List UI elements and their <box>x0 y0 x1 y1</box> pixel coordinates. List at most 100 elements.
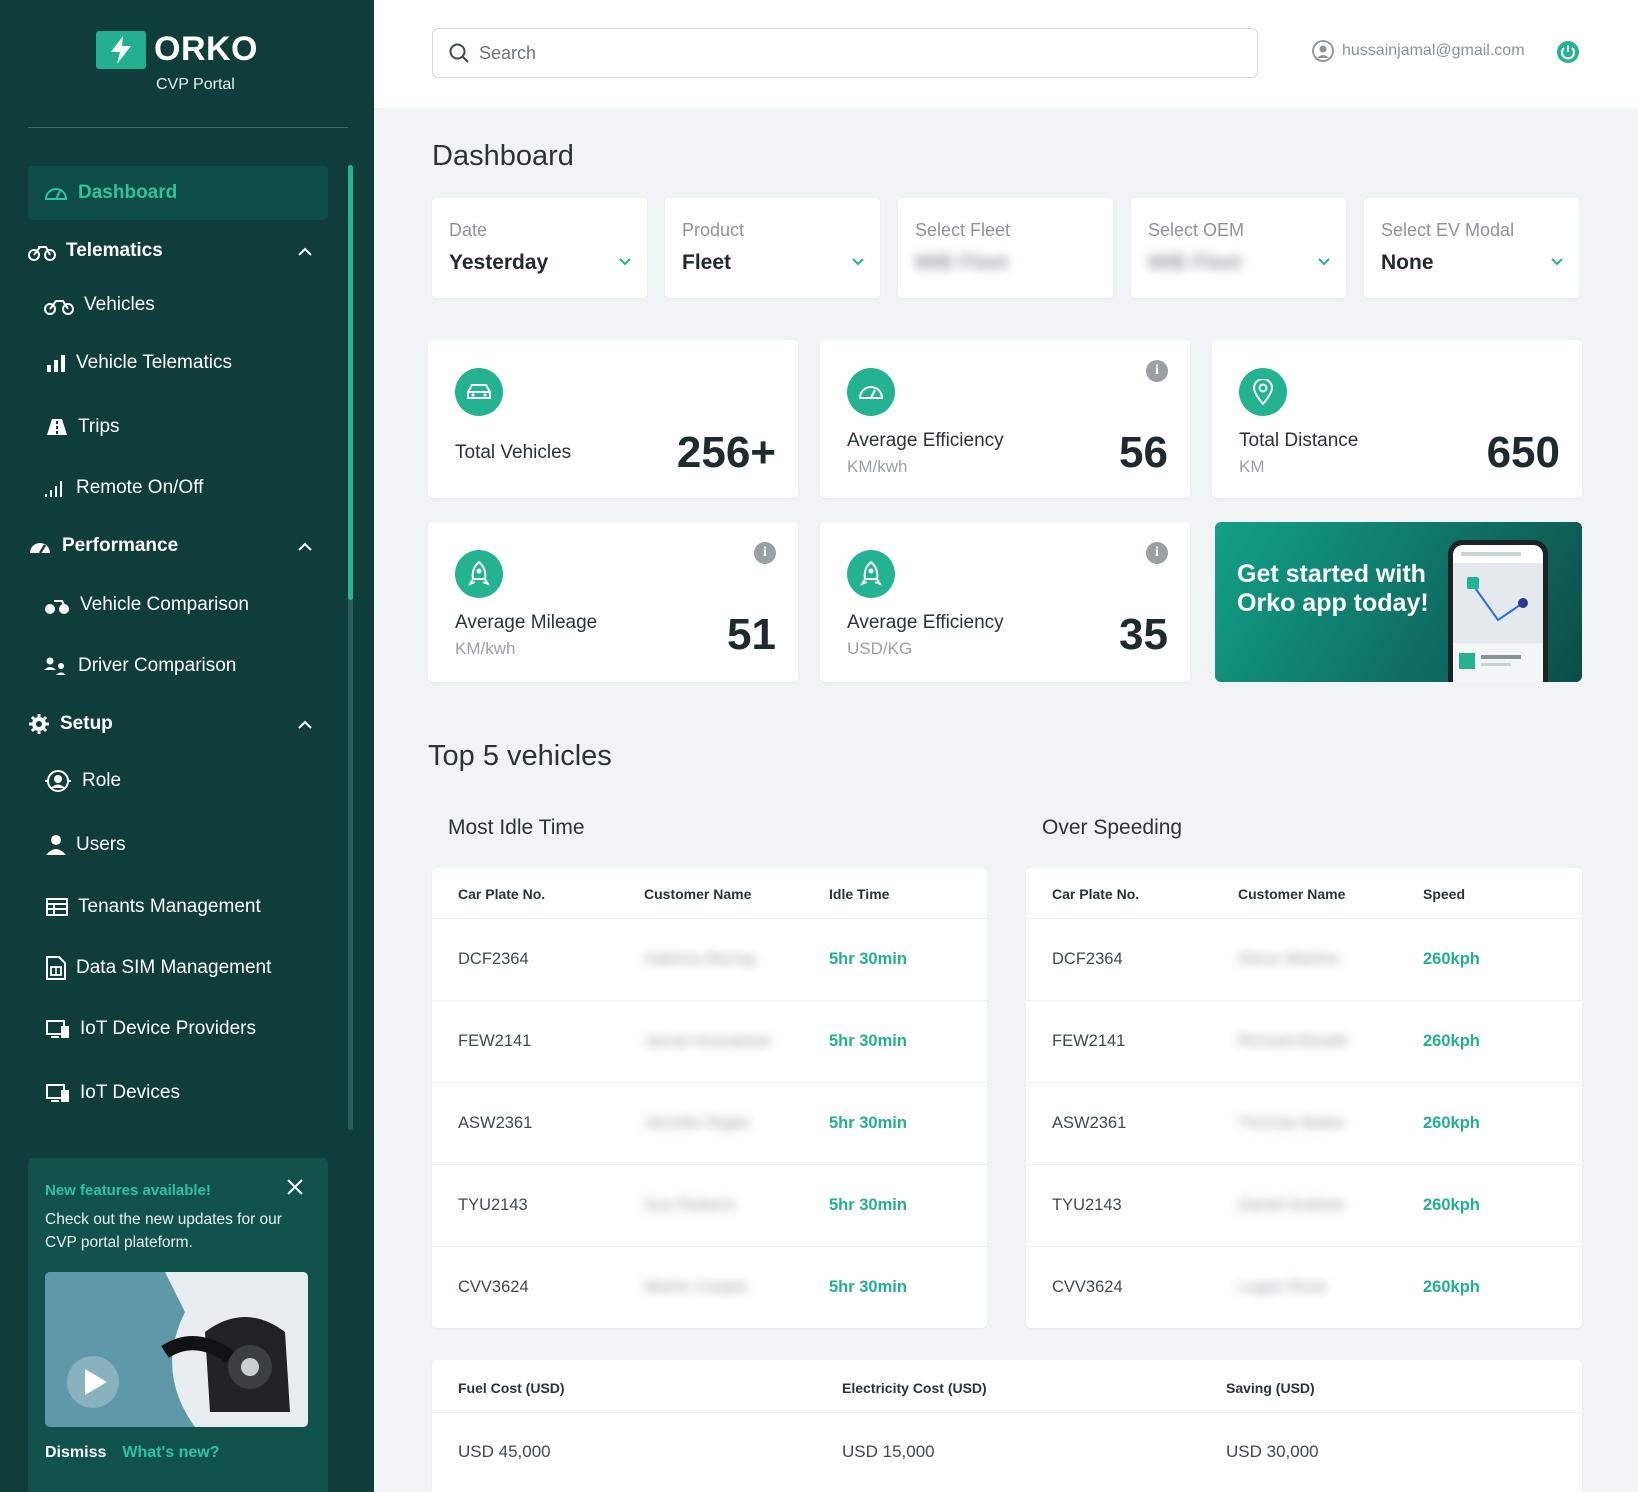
speed-cell: 260kph <box>1423 1278 1480 1296</box>
over-speeding-table: Car Plate No. Customer Name Speed DCF236… <box>1026 868 1582 1328</box>
orko-app-banner[interactable]: Get started with Orko app today! <box>1215 522 1582 682</box>
sidebar-item-tenants[interactable]: Tenants Management <box>46 896 261 918</box>
search-input[interactable] <box>479 42 1239 64</box>
stat-label: Total Distance <box>1239 430 1359 451</box>
column-header: Customer Name <box>644 886 752 902</box>
top-vehicles-title: Top 5 vehicles <box>428 740 612 772</box>
sidebar-item-label: Data SIM Management <box>76 957 272 978</box>
whats-new-link[interactable]: What's new? <box>122 1444 219 1462</box>
stat-value: 650 <box>1486 428 1560 477</box>
ev-charging-image[interactable] <box>45 1272 308 1427</box>
chevron-up-icon <box>298 542 312 551</box>
info-icon[interactable]: i <box>1146 542 1168 564</box>
sidebar-section-performance[interactable]: Performance <box>28 535 348 557</box>
info-icon[interactable]: i <box>754 542 776 564</box>
stat-unit: USD/KG <box>847 639 913 658</box>
product-filter[interactable]: Product Fleet <box>665 198 880 298</box>
customer-cell: Thomas Baker <box>1238 1114 1346 1132</box>
signal-icon <box>45 481 62 497</box>
sidebar-item-label: Remote On/Off <box>76 477 204 498</box>
sidebar-item-users[interactable]: Users <box>46 834 126 856</box>
table-row[interactable]: DCF2364 Steve Martins 260kph <box>1026 918 1582 1000</box>
average-mileage-card: i Average Mileage KM/kwh 51 <box>428 522 798 682</box>
most-idle-title: Most Idle Time <box>448 816 585 839</box>
filter-value: None <box>1381 251 1434 274</box>
sidebar-item-vehicle-telematics[interactable]: Vehicle Telematics <box>46 352 232 374</box>
scrollbar-thumb[interactable] <box>348 165 353 600</box>
sidebar-section-telematics[interactable]: Telematics <box>28 240 348 262</box>
drivers-icon <box>44 657 66 675</box>
device-icon <box>46 1020 69 1038</box>
table-row[interactable]: ASW2361 Thomas Baker 260kph <box>1026 1082 1582 1164</box>
table-row[interactable]: CVV3624 Logan Rose 260kph <box>1026 1246 1582 1328</box>
most-idle-table: Car Plate No. Customer Name Idle Time DC… <box>432 868 987 1328</box>
plate-cell: FEW2141 <box>458 1032 532 1050</box>
sidebar-item-vehicle-comparison[interactable]: Vehicle Comparison <box>44 594 249 616</box>
sidebar-divider <box>28 127 348 128</box>
plate-cell: FEW2141 <box>1052 1032 1126 1050</box>
sidebar-item-trips[interactable]: Trips <box>46 416 120 438</box>
sidebar-item-remote[interactable]: Remote On/Off <box>44 477 203 499</box>
rocket-icon <box>455 550 503 598</box>
sim-card-icon <box>46 956 66 980</box>
gear-icon <box>29 714 49 734</box>
page-title: Dashboard <box>432 140 574 172</box>
search-box[interactable] <box>432 28 1258 78</box>
sidebar-section-setup[interactable]: Setup <box>28 713 348 735</box>
sidebar: ORKO CVP Portal Dashboard Telematics Veh… <box>0 0 374 1492</box>
electricity-cost-value: USD 15,000 <box>842 1442 935 1461</box>
info-icon[interactable]: i <box>1146 360 1168 382</box>
ev-model-filter[interactable]: Select EV Modal None <box>1364 198 1579 298</box>
sidebar-item-driver-comparison[interactable]: Driver Comparison <box>44 655 236 677</box>
filter-value: Fleet <box>682 251 732 274</box>
column-header: Car Plate No. <box>1052 886 1140 902</box>
user-account[interactable]: hussainjamal@gmail.com <box>1312 40 1525 62</box>
filter-value: Yesterday <box>449 251 549 274</box>
close-icon[interactable] <box>286 1178 304 1196</box>
sidebar-item-role[interactable]: Role <box>44 769 121 793</box>
plate-cell: DCF2364 <box>458 950 529 968</box>
sidebar-item-label: Vehicles <box>84 294 155 315</box>
promo-text: Check out the new updates for our CVP po… <box>45 1211 282 1251</box>
table-row[interactable]: ASW2361 Jennifer Rajan 5hr 30min <box>432 1082 987 1164</box>
table-row[interactable]: FEW2141 Jamal Hussainee 5hr 30min <box>432 1000 987 1082</box>
stat-value: 51 <box>727 610 776 659</box>
top-bar: hussainjamal@gmail.com <box>374 0 1638 108</box>
chevron-up-icon <box>298 720 312 729</box>
column-header: Speed <box>1423 886 1466 902</box>
table-row[interactable]: CVV3624 Martin Cooper 5hr 30min <box>432 1246 987 1328</box>
customer-cell: Daniel Andrew <box>1238 1196 1345 1214</box>
table-row[interactable]: TYU2143 Sue Roberts 5hr 30min <box>432 1164 987 1246</box>
total-distance-card: Total Distance KM 650 <box>1212 340 1582 498</box>
sidebar-item-label: Dashboard <box>78 182 178 203</box>
filter-label: Select Fleet <box>915 220 1011 240</box>
stat-value: 256+ <box>676 428 776 477</box>
sidebar-item-data-sim[interactable]: Data SIM Management <box>46 956 271 980</box>
speedometer-icon <box>44 188 68 200</box>
filter-value: MIB Fleet <box>1148 251 1242 274</box>
chevron-down-icon <box>619 258 631 266</box>
idle-time-cell: 5hr 30min <box>829 1114 907 1132</box>
oem-filter[interactable]: Select OEM MIB Fleet <box>1131 198 1346 298</box>
table-row[interactable]: TYU2143 Daniel Andrew 260kph <box>1026 1164 1582 1246</box>
plate-cell: CVV3624 <box>1052 1278 1123 1296</box>
table-row[interactable]: DCF2364 Sabrina Murray 5hr 30min <box>432 918 987 1000</box>
power-icon[interactable] <box>1556 40 1580 64</box>
customer-cell: Richard Breath <box>1238 1032 1349 1050</box>
plate-cell: CVV3624 <box>458 1278 529 1296</box>
column-header: Electricity Cost (USD) <box>842 1380 987 1396</box>
sidebar-scrollbar[interactable] <box>348 165 353 1130</box>
filter-label: Product <box>682 220 745 240</box>
speed-cell: 260kph <box>1423 1114 1480 1132</box>
table-row[interactable]: FEW2141 Richard Breath 260kph <box>1026 1000 1582 1082</box>
brand-logo[interactable]: ORKO <box>96 30 258 69</box>
saving-value: USD 30,000 <box>1226 1442 1319 1461</box>
sidebar-item-vehicles[interactable]: Vehicles <box>44 294 155 316</box>
sidebar-item-iot-providers[interactable]: IoT Device Providers <box>46 1018 256 1040</box>
plate-cell: TYU2143 <box>1052 1196 1122 1214</box>
fleet-filter[interactable]: Select Fleet MIB Fleet <box>898 198 1113 298</box>
sidebar-item-dashboard[interactable]: Dashboard <box>28 166 328 220</box>
dismiss-button[interactable]: Dismiss <box>45 1444 106 1462</box>
sidebar-item-iot-devices[interactable]: IoT Devices <box>46 1082 180 1104</box>
date-filter[interactable]: Date Yesterday <box>432 198 647 298</box>
